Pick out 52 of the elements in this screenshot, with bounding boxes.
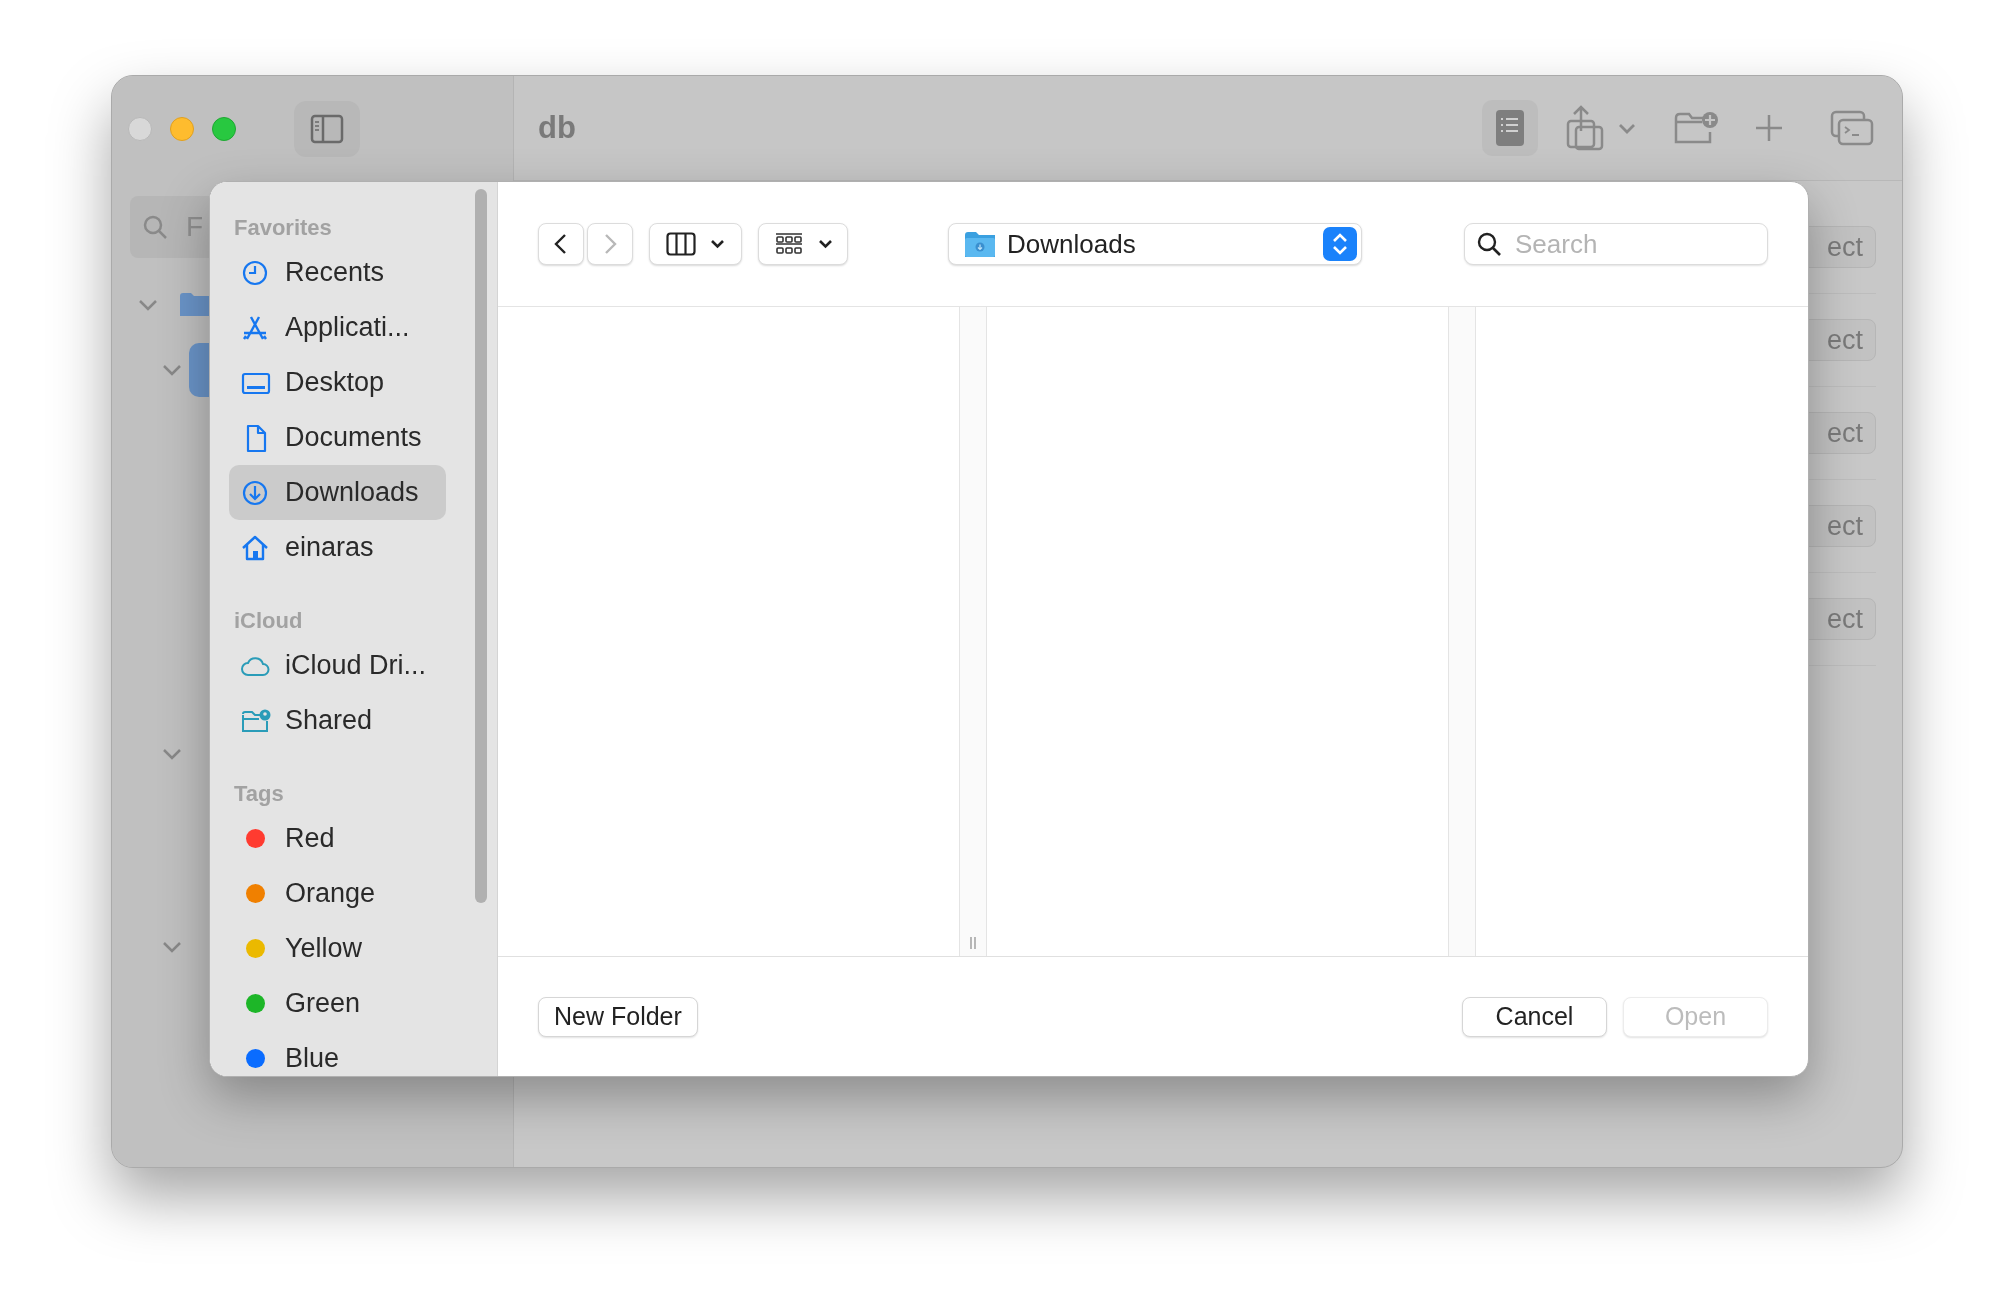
cancel-button[interactable]: Cancel <box>1462 996 1607 1037</box>
location-popup[interactable]: Downloads <box>948 223 1362 265</box>
share-button[interactable] <box>1566 105 1636 151</box>
new-folder-icon[interactable] <box>1674 110 1720 146</box>
sidebar-item[interactable]: Shared <box>229 693 446 748</box>
chevron-icon <box>138 299 158 311</box>
columns-icon <box>666 232 696 256</box>
list-document-icon <box>1496 110 1524 146</box>
back-button[interactable] <box>538 223 584 265</box>
terminal-icon[interactable] <box>1830 110 1874 146</box>
plus-icon[interactable] <box>1754 113 1784 143</box>
minimize-button[interactable] <box>170 116 194 141</box>
search-icon <box>1476 231 1502 257</box>
sidebar-item[interactable]: einaras <box>229 520 446 575</box>
sidebar-item[interactable]: Applicati... <box>229 300 446 355</box>
folder-icon <box>180 292 210 316</box>
downloads-folder-icon <box>965 231 995 257</box>
column-view-button[interactable] <box>649 223 742 265</box>
resize-handle-icon[interactable] <box>969 936 977 950</box>
scrollbar-thumb[interactable] <box>475 189 487 903</box>
icon-grid-icon <box>773 232 804 256</box>
info-button[interactable] <box>1482 100 1538 156</box>
sidebar-item[interactable]: Blue <box>229 1031 446 1076</box>
sidebar-item[interactable]: Green <box>229 976 446 1031</box>
sidebar-item[interactable]: iCloud Dri... <box>229 638 446 693</box>
sidebar-item[interactable]: Orange <box>229 866 446 921</box>
search-field[interactable]: Search <box>1464 223 1768 265</box>
chevron-icon <box>817 239 833 249</box>
sidebar-item[interactable]: Yellow <box>229 921 446 976</box>
window-title: db <box>538 108 576 147</box>
sidebar-item[interactable]: Downloads <box>229 465 446 520</box>
section-header: Tags <box>233 781 285 807</box>
sidebar-icon <box>310 113 344 144</box>
stepper-icon <box>1323 227 1357 261</box>
sidebar-item[interactable]: Desktop <box>229 355 446 410</box>
close-button[interactable] <box>128 116 152 141</box>
group-view-button[interactable] <box>758 223 848 265</box>
section-header: iCloud <box>233 608 304 634</box>
new-folder-button[interactable]: New Folder <box>538 996 698 1037</box>
chevron-icon <box>162 748 182 760</box>
share-icon <box>1566 105 1606 151</box>
section-header: Favorites <box>233 215 333 241</box>
chevron-icon <box>162 364 182 376</box>
chevron-icon <box>710 239 725 249</box>
sidebar-item[interactable]: Documents <box>229 410 446 465</box>
sidebar-item[interactable]: Recents <box>229 245 446 300</box>
zoom-button[interactable] <box>212 116 236 141</box>
sidebar-item[interactable]: Red <box>229 811 446 866</box>
chevron-icon <box>162 941 182 953</box>
search-icon <box>142 214 168 240</box>
chevron-icon <box>1618 122 1636 134</box>
sidebar-toggle-button[interactable] <box>294 100 360 157</box>
